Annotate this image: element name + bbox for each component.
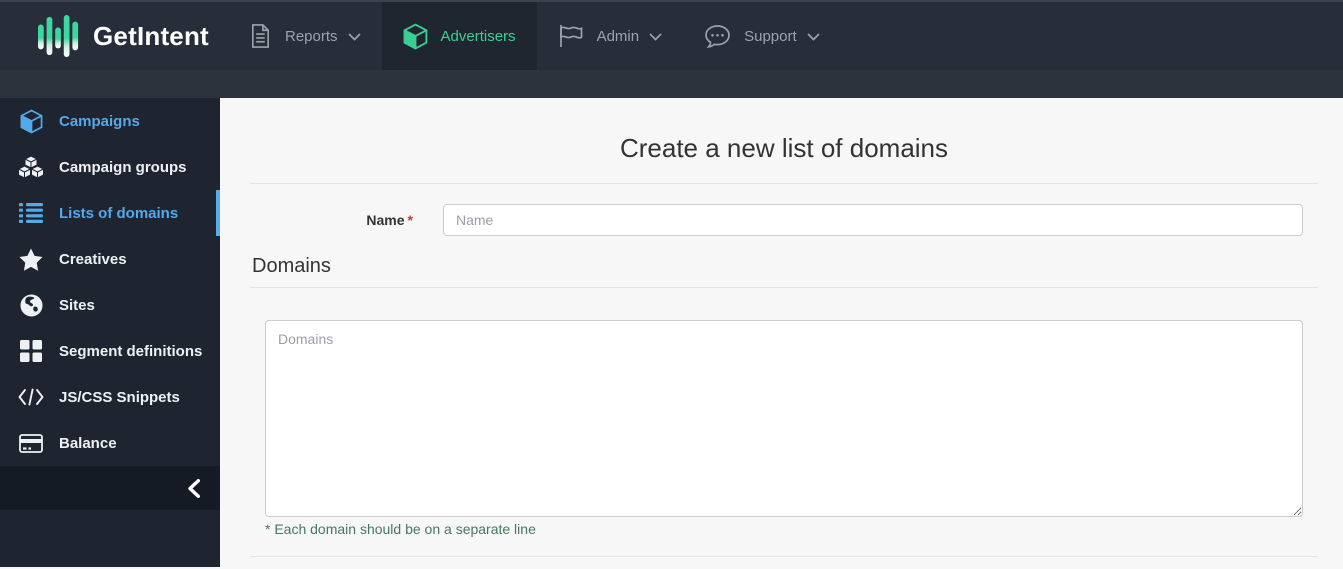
sidebar-item-label: Lists of domains bbox=[59, 204, 179, 222]
page-title: Create a new list of domains bbox=[619, 133, 949, 163]
nav-item-support[interactable]: Support bbox=[683, 2, 841, 70]
sidebar-item-label: JS/CSS Snippets bbox=[59, 388, 180, 406]
title-divider bbox=[250, 183, 1318, 184]
sidebar-collapse-button[interactable] bbox=[0, 466, 220, 510]
sidebar-item-label: Creatives bbox=[59, 250, 127, 268]
sidebar-item-label: Balance bbox=[59, 434, 117, 452]
getintent-logo-icon bbox=[38, 14, 80, 58]
chevron-down-icon bbox=[649, 33, 662, 41]
required-marker: * bbox=[407, 212, 413, 228]
brand-name: GetIntent bbox=[93, 20, 209, 51]
top-navigation-bar: GetIntent Reports Advertisers Admin Supp… bbox=[0, 0, 1343, 70]
cubes-icon bbox=[18, 155, 44, 179]
grid-icon bbox=[18, 340, 44, 362]
sidebar-item-sites[interactable]: Sites bbox=[0, 282, 220, 328]
sidebar-item-campaign-groups[interactable]: Campaign groups bbox=[0, 144, 220, 190]
nav-item-advertisers[interactable]: Advertisers bbox=[381, 2, 537, 70]
domains-helper-note: * Each domain should be on a separate li… bbox=[265, 521, 536, 537]
list-icon bbox=[18, 203, 44, 223]
chevron-left-icon bbox=[188, 478, 200, 498]
sidebar-item-campaigns[interactable]: Campaigns bbox=[0, 98, 220, 144]
section-divider bbox=[250, 287, 1318, 288]
secondary-header-strip bbox=[0, 70, 1343, 98]
globe-icon bbox=[18, 293, 44, 317]
nav-item-label: Admin bbox=[596, 27, 640, 45]
star-icon bbox=[18, 248, 44, 271]
nav-item-reports[interactable]: Reports bbox=[228, 2, 382, 70]
main-content: Create a new list of domains Name* Domai… bbox=[220, 98, 1343, 567]
flag-icon bbox=[558, 23, 584, 49]
sidebar-item-segment-definitions[interactable]: Segment definitions bbox=[0, 328, 220, 374]
domains-textarea[interactable] bbox=[265, 320, 1303, 517]
chat-bubble-icon bbox=[704, 24, 731, 49]
getintent-logo[interactable]: GetIntent bbox=[0, 2, 228, 70]
sidebar-item-creatives[interactable]: Creatives bbox=[0, 236, 220, 282]
chevron-down-icon bbox=[347, 33, 361, 41]
active-item-indicator bbox=[216, 190, 220, 236]
name-input[interactable] bbox=[443, 204, 1303, 236]
nav-item-admin[interactable]: Admin bbox=[537, 2, 684, 70]
sidebar-item-js-css-snippets[interactable]: JS/CSS Snippets bbox=[0, 374, 220, 420]
name-field-label: Name * bbox=[366, 212, 413, 228]
nav-item-label: Advertisers bbox=[440, 27, 516, 45]
sidebar-item-label: Sites bbox=[59, 296, 95, 314]
code-icon bbox=[18, 388, 44, 406]
sidebar: Campaigns Campaign groups Lists of domai… bbox=[0, 98, 220, 567]
bottom-divider bbox=[250, 556, 1318, 557]
cube-icon bbox=[18, 109, 44, 134]
sidebar-item-label: Campaigns bbox=[59, 112, 140, 130]
name-form-row: Name * bbox=[250, 204, 1318, 236]
chevron-down-icon bbox=[807, 33, 820, 41]
sidebar-item-label: Segment definitions bbox=[59, 342, 203, 360]
cube-icon bbox=[403, 23, 428, 50]
sidebar-item-balance[interactable]: Balance bbox=[0, 420, 220, 466]
nav-item-label: Support bbox=[744, 27, 797, 45]
top-menu: Reports Advertisers Admin Support bbox=[228, 2, 841, 70]
nav-item-label: Reports bbox=[285, 27, 338, 45]
sidebar-item-label: Campaign groups bbox=[59, 158, 187, 176]
credit-card-icon bbox=[18, 433, 44, 453]
sidebar-item-lists-of-domains[interactable]: Lists of domains bbox=[0, 190, 220, 236]
document-icon bbox=[249, 23, 272, 49]
domains-section-title: Domains bbox=[252, 255, 331, 277]
